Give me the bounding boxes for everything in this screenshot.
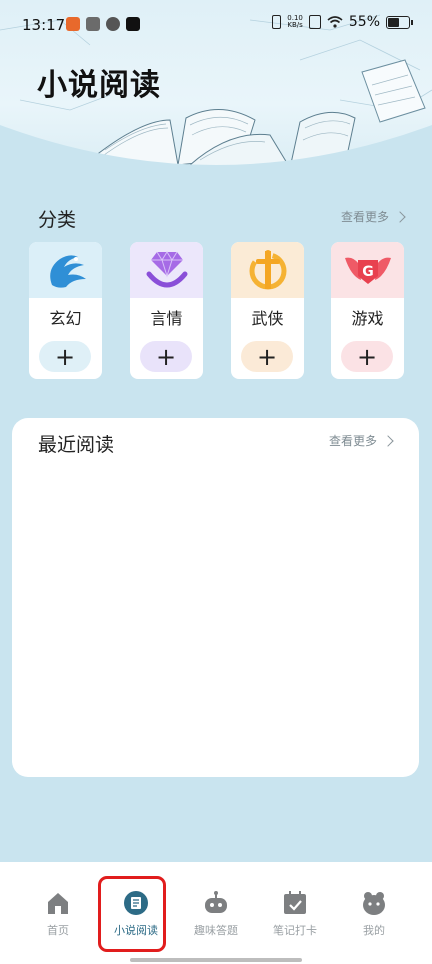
- battery-text: 55%: [348, 14, 380, 30]
- profile-icon: [363, 892, 385, 915]
- categories-more-link[interactable]: 查看更多: [341, 208, 406, 225]
- app-notification-icon: [66, 17, 80, 31]
- category-card-xuanhuan[interactable]: 玄幻 +: [29, 242, 102, 379]
- robot-icon: [205, 891, 227, 913]
- recent-more-link[interactable]: 查看更多: [329, 432, 394, 449]
- page-title: 小说阅读: [37, 68, 161, 103]
- page-flying: [361, 59, 426, 123]
- category-icon-area: [29, 242, 102, 298]
- app-notification-icon: [106, 17, 120, 31]
- categories-more-label: 查看更多: [341, 210, 390, 224]
- home-icon: [48, 893, 68, 914]
- no-sim-icon: [308, 15, 321, 29]
- sword-icon: [249, 250, 286, 290]
- add-category-button[interactable]: +: [140, 341, 192, 372]
- category-card-youxi[interactable]: G 游戏 +: [331, 242, 404, 379]
- highlight-annotation: [98, 876, 166, 952]
- status-time: 13:17: [22, 16, 66, 34]
- category-card-yanqing[interactable]: 言情 +: [130, 242, 203, 379]
- add-category-button[interactable]: +: [39, 341, 91, 372]
- nav-label: 我的: [363, 924, 385, 937]
- recent-title: 最近阅读: [38, 434, 115, 456]
- screen: 13:17 0.10 KB/s 55% 小说阅读 分类 查看更多 玄幻 + 言情…: [0, 0, 432, 964]
- category-icon-area: [231, 242, 304, 298]
- category-icon-area: [130, 242, 203, 298]
- chevron-right-icon: [382, 434, 394, 447]
- vibrate-icon: [272, 15, 282, 29]
- add-category-button[interactable]: +: [341, 341, 393, 372]
- nav-label: 笔记打卡: [273, 924, 317, 937]
- net-speed-unit: KB/s: [287, 21, 303, 29]
- chevron-right-icon: [394, 210, 406, 223]
- tiktok-icon: [126, 17, 140, 31]
- nav-profile[interactable]: 我的: [339, 890, 409, 938]
- calendar-check-icon: [284, 891, 306, 914]
- diamond-ring-icon: [146, 251, 187, 288]
- phoenix-icon: [49, 255, 86, 288]
- add-category-button[interactable]: +: [241, 341, 293, 372]
- category-label: 言情: [150, 309, 183, 328]
- home-indicator[interactable]: [130, 958, 302, 962]
- nav-quiz[interactable]: 趣味答题: [181, 890, 251, 938]
- category-label: 武侠: [251, 309, 284, 328]
- nav-label: 首页: [47, 924, 69, 937]
- svg-text:G: G: [362, 264, 374, 280]
- recent-more-label: 查看更多: [329, 434, 378, 448]
- category-label: 游戏: [351, 309, 384, 328]
- wifi-icon: [327, 16, 343, 28]
- recent-reading-card: [12, 418, 419, 777]
- nav-label: 趣味答题: [194, 924, 238, 937]
- category-card-wuxia[interactable]: 武侠 +: [231, 242, 304, 379]
- battery-icon: [386, 15, 413, 29]
- bottom-nav: 首页 小说阅读 趣味答题 笔记打卡 我的: [0, 862, 432, 964]
- status-right: 0.10 KB/s 55%: [272, 14, 413, 30]
- game-wings-icon: G: [344, 257, 391, 284]
- categories-title: 分类: [38, 209, 77, 231]
- nav-notes-checkin[interactable]: 笔记打卡: [260, 890, 330, 938]
- status-bar: 13:17 0.10 KB/s 55%: [0, 0, 432, 50]
- category-icon-area: G: [331, 242, 404, 298]
- net-speed: 0.10 KB/s: [287, 15, 303, 29]
- app-notification-icon: [86, 17, 100, 31]
- notification-icons: [66, 17, 140, 31]
- category-label: 玄幻: [49, 309, 82, 328]
- nav-home[interactable]: 首页: [23, 890, 93, 938]
